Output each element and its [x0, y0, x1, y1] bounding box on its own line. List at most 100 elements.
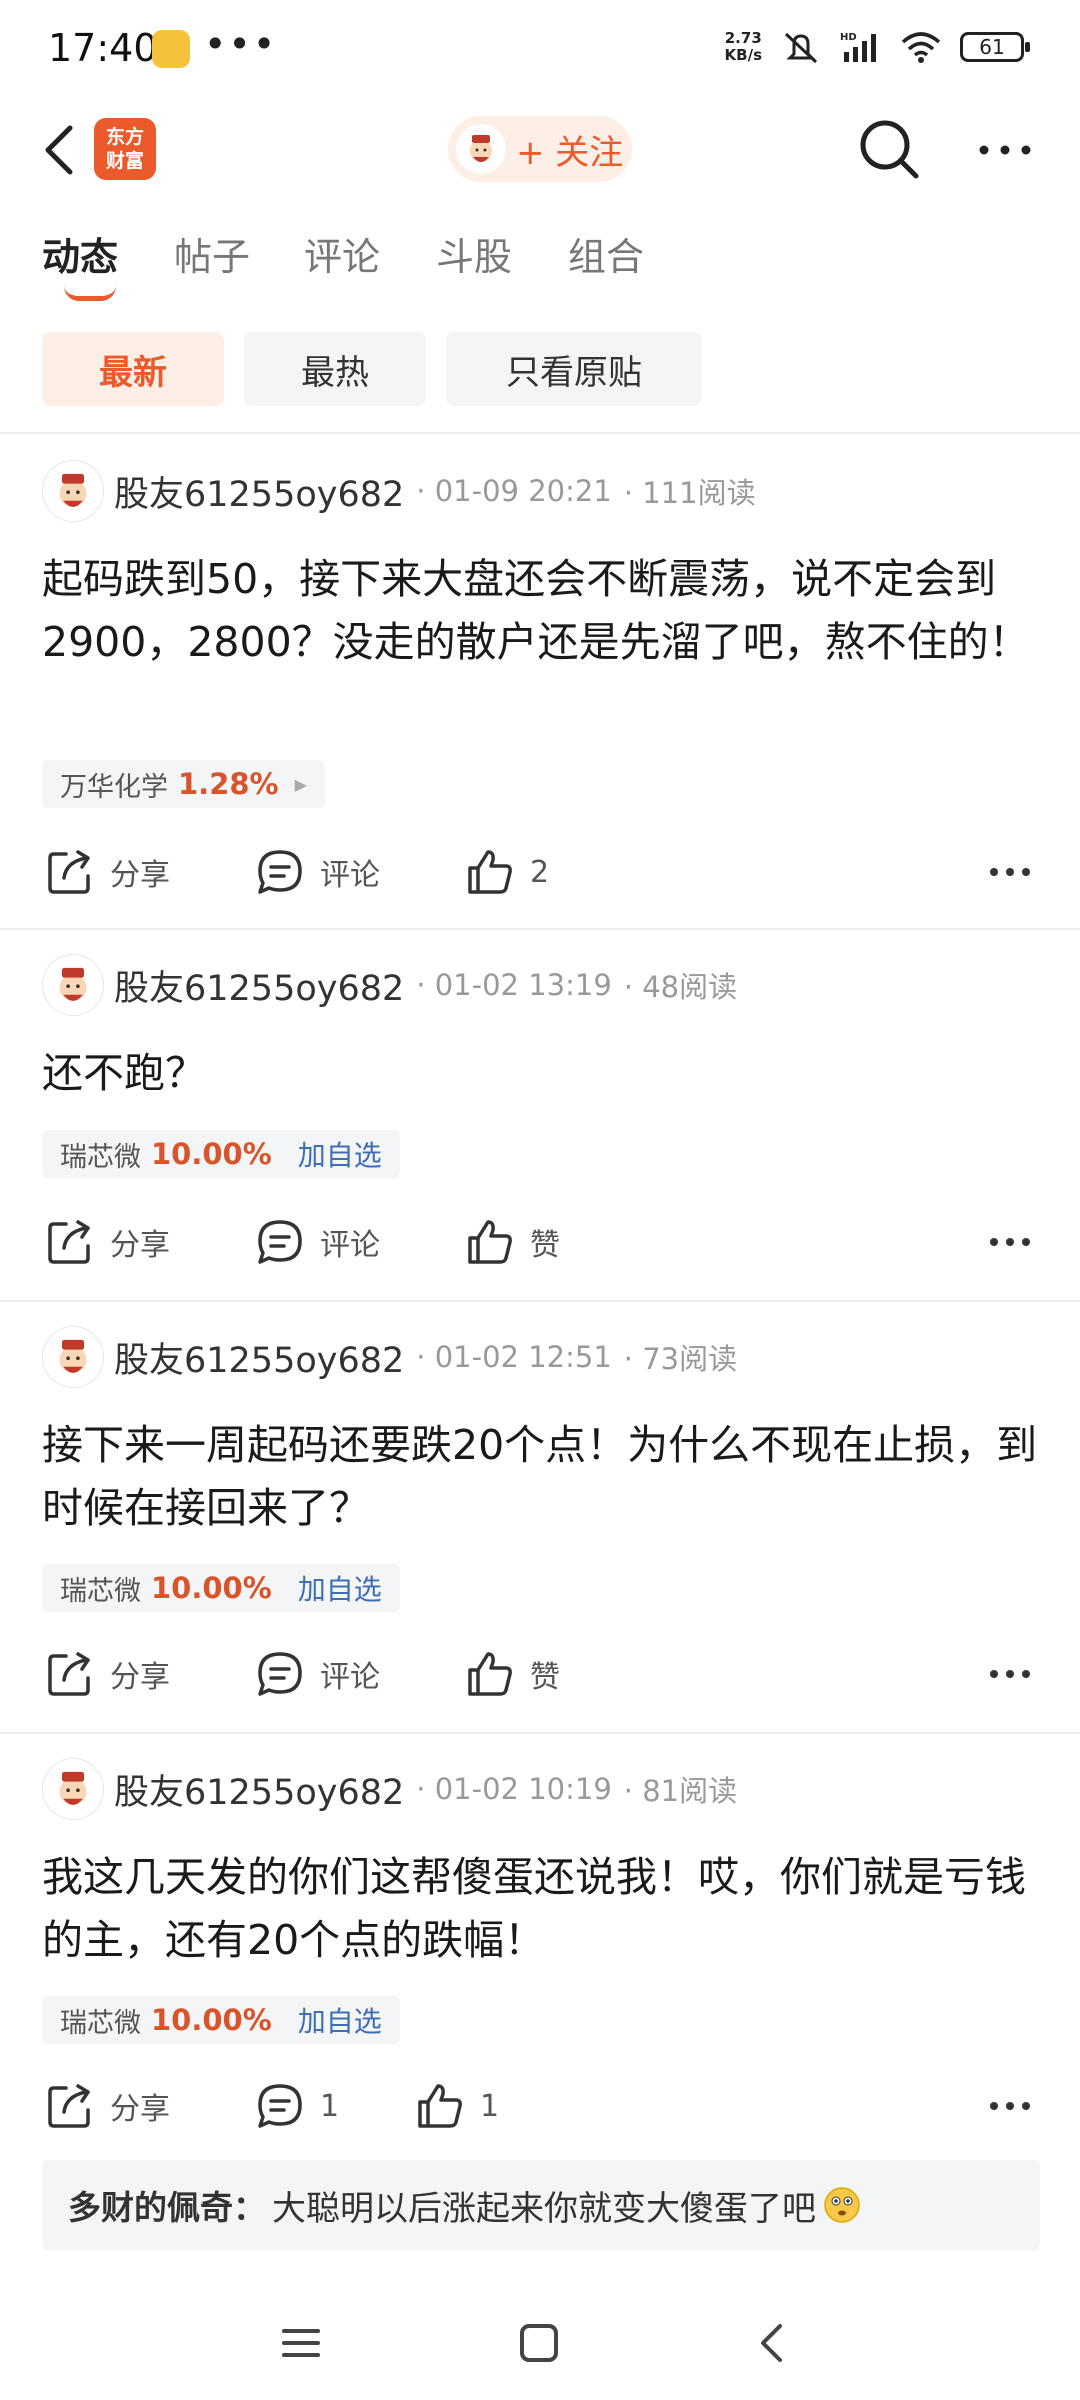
comment-label: 评论: [320, 858, 380, 893]
share-label: 分享: [110, 1660, 170, 1695]
logo-line-1: 东方: [105, 126, 144, 148]
stock-tag[interactable]: 瑞芯微 10.00% 加自选: [42, 1996, 400, 2044]
share-button[interactable]: 分享: [44, 2074, 170, 2138]
author-name[interactable]: 股友61255oy682: [114, 960, 404, 1011]
add-to-watchlist-link[interactable]: 加自选: [298, 1134, 382, 1174]
play-arrow-icon: ▶: [294, 774, 307, 794]
share-button[interactable]: 分享: [44, 1210, 170, 1274]
app-logo[interactable]: 东方 财富: [94, 118, 156, 180]
tab-comments[interactable]: 评论: [304, 226, 380, 281]
read-count: · 73阅读: [623, 1342, 738, 1376]
stock-change: 1.28%: [178, 767, 279, 801]
comment-icon: [258, 2084, 302, 2128]
post-time: · 01-02 12:51: [416, 1340, 612, 1374]
thumbs-up-icon: [468, 850, 512, 894]
post-more-icon[interactable]: [986, 848, 1034, 896]
like-label: 赞: [530, 1660, 560, 1695]
reply-text: 大聪明以后涨起来你就变大傻蛋了吧: [272, 2188, 816, 2229]
share-label: 分享: [110, 2092, 170, 2127]
stock-name: 瑞芯微: [60, 1575, 141, 1607]
tab-stock-battle[interactable]: 斗股: [436, 226, 512, 281]
divider: [0, 432, 1080, 434]
post-time: · 01-09 20:21: [416, 474, 612, 508]
logo-line-2: 财富: [105, 150, 144, 172]
like-button[interactable]: 1: [414, 2074, 499, 2138]
author-name[interactable]: 股友61255oy682: [114, 1764, 404, 1815]
post-more-icon[interactable]: [986, 1218, 1034, 1266]
add-to-watchlist-link[interactable]: 加自选: [298, 1568, 382, 1608]
avatar[interactable]: [42, 954, 104, 1016]
home-icon[interactable]: [514, 2318, 564, 2368]
comment-label: 评论: [320, 1228, 380, 1263]
back-nav-icon[interactable]: [748, 2318, 798, 2368]
avatar[interactable]: [42, 1758, 104, 1820]
post-actions: 分享 评论 赞: [0, 1642, 1080, 1706]
recent-apps-icon[interactable]: [276, 2318, 326, 2368]
comment-button[interactable]: 1: [254, 2074, 339, 2138]
stock-name: 瑞芯微: [60, 2007, 141, 2039]
like-button[interactable]: 赞: [464, 1642, 560, 1706]
post-content[interactable]: 起码跌到50，接下来大盘还会不断震荡，说不定会到2900，2800？没走的散户还…: [42, 548, 1042, 674]
network-speed-unit: KB/s: [724, 46, 762, 64]
network-speed: 2.73 KB/s: [725, 30, 762, 64]
comment-label: 评论: [320, 1660, 380, 1695]
comment-icon: [258, 1220, 302, 1264]
post-item[interactable]: 股友61255oy682 · 01-02 13:19 · 48阅读 还不跑？ 瑞…: [0, 930, 1080, 1300]
filter-hottest[interactable]: 最热: [244, 332, 426, 406]
post-item[interactable]: 股友61255oy682 · 01-02 10:19 · 81阅读 我这几天发的…: [0, 1734, 1080, 2154]
reply-author[interactable]: 多财的佩奇：: [68, 2181, 266, 2229]
like-label: 2: [530, 854, 550, 890]
more-options-icon[interactable]: [976, 130, 1034, 170]
profile-tabs: 动态 帖子 评论 斗股 组合: [0, 226, 1080, 306]
post-content[interactable]: 我这几天发的你们这帮傻蛋还说我！哎，你们就是亏钱的主，还有20个点的跌幅！: [42, 1846, 1042, 1972]
share-button[interactable]: 分享: [44, 840, 170, 904]
filter-latest[interactable]: 最新: [42, 332, 224, 406]
like-count: 1: [480, 2088, 500, 2124]
signal-icon: HD: [840, 32, 876, 62]
filter-original-only[interactable]: 只看原贴: [446, 332, 702, 406]
avatar[interactable]: [42, 1326, 104, 1388]
post-actions: 分享 评论 赞: [0, 1210, 1080, 1274]
comment-count: 1: [320, 2088, 340, 2124]
share-button[interactable]: 分享: [44, 1642, 170, 1706]
status-time: 17:40: [48, 26, 158, 70]
share-label: 分享: [110, 1228, 170, 1263]
svg-text:HD: HD: [840, 32, 857, 43]
post-content[interactable]: 接下来一周起码还要跌20个点！为什么不现在止损，到时候在接回来了？: [42, 1414, 1042, 1540]
post-item[interactable]: 股友61255oy682 · 01-09 20:21 · 111阅读 起码跌到5…: [0, 436, 1080, 926]
stock-change: 10.00%: [151, 1571, 272, 1605]
post-item[interactable]: 股友61255oy682 · 01-02 12:51 · 73阅读 接下来一周起…: [0, 1302, 1080, 1732]
tab-portfolio[interactable]: 组合: [568, 226, 644, 281]
comment-button[interactable]: 评论: [254, 1210, 380, 1274]
post-content[interactable]: 还不跑？: [42, 1042, 1042, 1105]
tab-dynamic[interactable]: 动态: [42, 226, 118, 281]
reply-preview[interactable]: 多财的佩奇： 大聪明以后涨起来你就变大傻蛋了吧: [42, 2160, 1040, 2250]
like-button[interactable]: 赞: [464, 1210, 560, 1274]
avatar[interactable]: [42, 460, 104, 522]
search-icon[interactable]: [856, 116, 922, 182]
follow-button[interactable]: + 关注: [448, 116, 632, 182]
like-button[interactable]: 2: [464, 840, 549, 904]
author-name[interactable]: 股友61255oy682: [114, 1332, 404, 1383]
status-bar: 17:40 ••• 2.73 KB/s HD 61: [0, 0, 1080, 96]
stock-change: 10.00%: [151, 2003, 272, 2037]
mute-icon: [784, 32, 818, 64]
comment-button[interactable]: 评论: [254, 1642, 380, 1706]
stock-tag[interactable]: 瑞芯微 10.00% 加自选: [42, 1564, 400, 1612]
system-nav-bar: [0, 2290, 1080, 2400]
thumbs-up-icon: [468, 1220, 512, 1264]
post-more-icon[interactable]: [986, 1650, 1034, 1698]
author-name[interactable]: 股友61255oy682: [114, 466, 404, 517]
battery-icon: 61: [960, 32, 1030, 62]
filter-chips: 最新 最热 只看原贴: [42, 332, 702, 408]
stock-tag[interactable]: 瑞芯微 10.00% 加自选: [42, 1130, 400, 1178]
add-to-watchlist-link[interactable]: 加自选: [298, 2000, 382, 2040]
stock-tag[interactable]: 万华化学 1.28% ▶: [42, 760, 325, 808]
fortune-god-avatar-icon: [59, 967, 87, 1001]
back-arrow-icon[interactable]: [40, 118, 80, 182]
tab-posts[interactable]: 帖子: [174, 226, 250, 281]
comment-button[interactable]: 评论: [254, 840, 380, 904]
post-more-icon[interactable]: [986, 2082, 1034, 2130]
read-count: · 48阅读: [623, 970, 738, 1004]
top-app-bar: 东方 财富 + 关注: [0, 96, 1080, 204]
